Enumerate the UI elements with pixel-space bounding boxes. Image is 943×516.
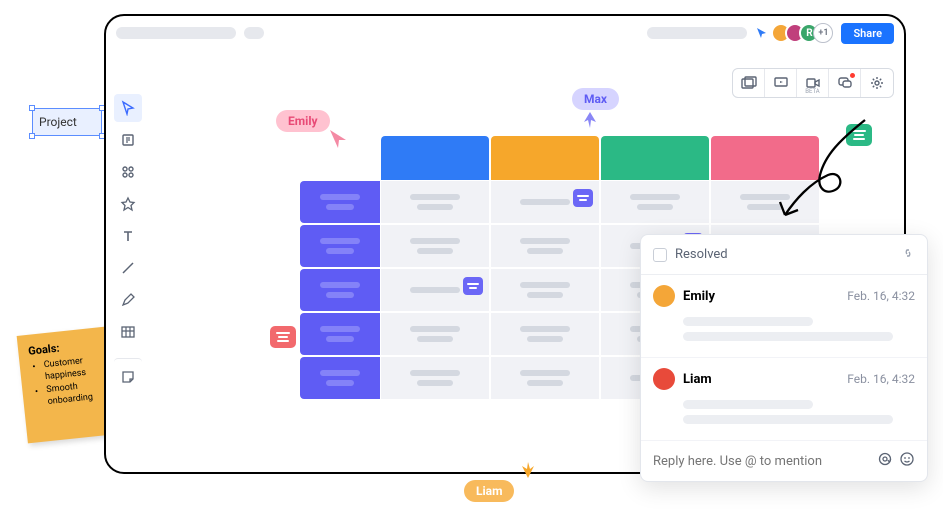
comment-panel: Resolved Emily Feb. 16, 4:32 Liam Feb. 1…	[640, 234, 928, 482]
settings-icon[interactable]	[861, 69, 893, 97]
table-cell[interactable]	[381, 225, 489, 267]
user-cursor-label-liam: Liam	[464, 480, 514, 502]
avatar-more[interactable]: +1	[813, 23, 833, 43]
row-header[interactable]	[300, 225, 380, 267]
presence-cursor-icon	[755, 26, 769, 40]
commenter-avatar	[653, 285, 675, 307]
slides-icon[interactable]	[733, 69, 765, 97]
resolved-label: Resolved	[675, 247, 893, 262]
column-header[interactable]	[491, 136, 599, 180]
table-cell[interactable]	[491, 269, 599, 311]
table-cell[interactable]	[381, 313, 489, 355]
share-button[interactable]: Share	[841, 23, 894, 44]
collaborator-avatars[interactable]: R +1	[777, 23, 833, 43]
control-placeholder	[647, 27, 747, 39]
pen-tool-icon[interactable]	[114, 286, 142, 314]
table-cell[interactable]	[491, 313, 599, 355]
table-cell[interactable]	[381, 181, 489, 223]
title-placeholder	[116, 27, 236, 39]
column-header[interactable]	[601, 136, 709, 180]
table-cell[interactable]	[601, 181, 709, 223]
comment-text-placeholder	[683, 317, 813, 326]
cursor-arrow-icon	[518, 460, 538, 484]
cell-note-icon[interactable]	[573, 189, 593, 207]
select-tool-icon[interactable]	[114, 94, 142, 122]
beta-label: BETA	[805, 88, 819, 95]
avatar-initial: R	[806, 28, 812, 39]
cursor-arrow-icon	[580, 110, 600, 134]
table-cell[interactable]	[491, 225, 599, 267]
templates-icon[interactable]	[114, 126, 142, 154]
comment-text-placeholder	[683, 332, 893, 341]
left-toolbar	[114, 94, 142, 386]
app-toolbar-right: BETA	[732, 68, 894, 98]
comment-text-placeholder	[683, 415, 893, 424]
resolved-checkbox[interactable]	[653, 248, 667, 262]
sticky-tool-icon[interactable]	[114, 358, 142, 386]
commenter-name: Liam	[683, 372, 839, 387]
notification-dot	[850, 73, 855, 78]
row-header[interactable]	[300, 269, 380, 311]
project-label-text: Project	[39, 115, 77, 129]
commenter-avatar	[653, 368, 675, 390]
top-bar: R +1 Share	[106, 16, 904, 50]
user-cursor-label-max: Max	[572, 88, 619, 110]
cell-note-icon[interactable]	[463, 277, 483, 295]
copy-link-icon[interactable]	[901, 245, 915, 264]
project-label-element[interactable]: Project	[32, 108, 102, 136]
table-cell[interactable]	[381, 357, 489, 399]
comment-panel-header: Resolved	[641, 235, 927, 275]
apps-icon[interactable]	[114, 158, 142, 186]
reply-input[interactable]	[653, 454, 871, 469]
table-cell[interactable]	[491, 357, 599, 399]
text-tool-icon[interactable]	[114, 222, 142, 250]
comment-timestamp: Feb. 16, 4:32	[847, 372, 915, 386]
control-placeholder	[244, 27, 264, 39]
row-header[interactable]	[300, 313, 380, 355]
resize-handle[interactable]	[29, 133, 35, 139]
present-icon[interactable]	[765, 69, 797, 97]
table-tool-icon[interactable]	[114, 318, 142, 346]
comment-item: Liam Feb. 16, 4:32	[641, 358, 927, 441]
comment-reply-row	[641, 441, 927, 481]
table-cell[interactable]	[491, 181, 599, 223]
comment-text-placeholder	[683, 400, 813, 409]
row-header[interactable]	[300, 357, 380, 399]
user-cursor-label-emily: Emily	[276, 110, 330, 132]
row-header[interactable]	[300, 181, 380, 223]
comment-item: Emily Feb. 16, 4:32	[641, 275, 927, 358]
avatar-more-label: +1	[818, 28, 828, 38]
comment-marker-icon[interactable]	[270, 326, 296, 348]
column-header[interactable]	[381, 136, 489, 180]
star-icon[interactable]	[114, 190, 142, 218]
callout-arrow-icon	[770, 110, 890, 234]
resize-handle[interactable]	[29, 105, 35, 111]
comment-timestamp: Feb. 16, 4:32	[847, 289, 915, 303]
mention-icon[interactable]	[877, 451, 893, 471]
emoji-icon[interactable]	[899, 451, 915, 471]
chat-icon[interactable]	[829, 69, 861, 97]
table-cell[interactable]	[381, 269, 489, 311]
commenter-name: Emily	[683, 289, 839, 304]
video-icon[interactable]: BETA	[797, 69, 829, 97]
line-tool-icon[interactable]	[114, 254, 142, 282]
